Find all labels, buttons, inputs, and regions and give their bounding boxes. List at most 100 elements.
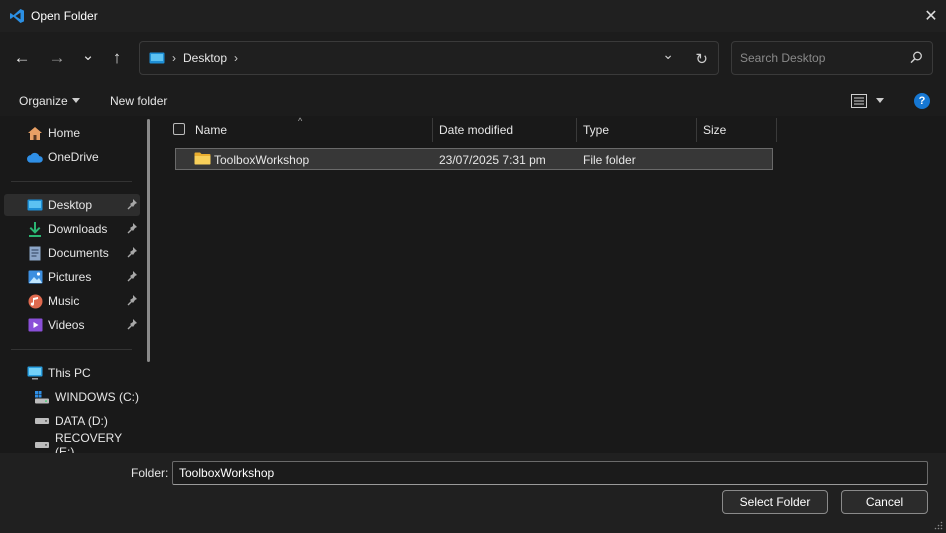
sidebar-item-label: Music	[48, 294, 80, 308]
chevron-down-icon: ⌄	[81, 47, 95, 64]
sidebar-item-music[interactable]: Music	[4, 290, 140, 312]
sidebar-item-drive-c[interactable]: WINDOWS (C:)	[4, 386, 140, 408]
help-icon[interactable]: ?	[914, 93, 930, 109]
column-divider[interactable]	[776, 118, 777, 142]
sidebar-item-videos[interactable]: Videos	[4, 314, 140, 336]
column-header-size[interactable]: Size	[703, 123, 726, 137]
column-divider[interactable]	[576, 118, 577, 142]
sidebar-item-this-pc[interactable]: This PC	[4, 362, 140, 384]
column-header-date-modified[interactable]: Date modified	[439, 123, 513, 137]
drive-icon	[34, 413, 50, 429]
home-icon	[27, 125, 43, 141]
table-row[interactable]: ToolboxWorkshop 23/07/2025 7:31 pm File …	[175, 148, 773, 170]
sidebar-item-label: Pictures	[48, 270, 92, 284]
caret-down-icon	[71, 98, 80, 103]
folder-label: Folder:	[131, 466, 169, 480]
sidebar-item-label: Downloads	[48, 222, 108, 236]
sidebar-item-label: Home	[48, 126, 81, 140]
breadcrumb-desktop[interactable]: Desktop	[183, 51, 227, 65]
recent-locations-button[interactable]: ⌄	[76, 46, 100, 70]
title-bar: Open Folder ✕	[0, 0, 946, 32]
music-icon	[27, 293, 43, 309]
column-divider[interactable]	[696, 118, 697, 142]
video-icon	[27, 317, 43, 333]
download-icon	[27, 221, 43, 237]
sidebar-item-label: OneDrive	[48, 150, 99, 164]
folder-name-input[interactable]	[172, 461, 928, 485]
new-folder-label: New folder	[110, 94, 168, 108]
pin-icon[interactable]	[127, 199, 137, 210]
breadcrumb-separator-icon[interactable]: ›	[234, 51, 238, 65]
file-type: File folder	[583, 153, 636, 167]
sidebar-item-label: DATA (D:)	[55, 414, 108, 428]
drive-icon	[34, 437, 50, 453]
cloud-icon	[27, 149, 43, 165]
dialog-footer: Folder: Select Folder Cancel	[0, 453, 946, 533]
search-icon	[910, 51, 922, 64]
sidebar-divider	[11, 181, 132, 182]
close-icon[interactable]: ✕	[916, 0, 946, 32]
sidebar-item-pictures[interactable]: Pictures	[4, 266, 140, 288]
document-icon	[27, 245, 43, 261]
sidebar-item-label: Desktop	[48, 198, 93, 212]
sidebar-item-label: WINDOWS (C:)	[55, 390, 139, 404]
navigation-pane: Home OneDrive Desktop Downloads Document…	[0, 116, 160, 453]
organize-label: Organize	[19, 94, 68, 108]
sidebar-item-label: Videos	[48, 318, 85, 332]
sidebar-item-label: Documents	[48, 246, 109, 260]
sidebar-item-downloads[interactable]: Downloads	[4, 218, 140, 240]
system-drive-icon	[34, 389, 50, 405]
column-header-type[interactable]: Type	[583, 123, 609, 137]
refresh-icon[interactable]: ↻	[695, 50, 708, 68]
desktop-icon	[149, 52, 165, 64]
pin-icon[interactable]	[127, 271, 137, 282]
window-title: Open Folder	[31, 9, 98, 23]
address-bar[interactable]: › Desktop › ⌄ ↻	[139, 41, 719, 75]
back-button[interactable]: ←	[10, 46, 34, 70]
desktop-icon	[27, 197, 43, 213]
search-input[interactable]: Search Desktop	[740, 51, 825, 65]
column-header-name[interactable]: Name	[195, 123, 227, 137]
address-dropdown-icon[interactable]: ⌄	[662, 46, 674, 63]
pin-icon[interactable]	[127, 295, 137, 306]
sidebar-item-home[interactable]: Home	[4, 122, 140, 144]
cancel-button[interactable]: Cancel	[841, 490, 928, 514]
sidebar-scrollbar[interactable]	[147, 119, 150, 362]
picture-icon	[27, 269, 43, 285]
organize-button[interactable]: Organize	[19, 94, 80, 108]
back-arrow-icon: ←	[13, 48, 31, 67]
computer-icon	[27, 365, 43, 381]
file-date-modified: 23/07/2025 7:31 pm	[439, 153, 546, 167]
sidebar-item-drive-e[interactable]: RECOVERY (E:)	[4, 431, 140, 453]
folder-icon	[194, 152, 211, 165]
sidebar-item-documents[interactable]: Documents	[4, 242, 140, 264]
pin-icon[interactable]	[127, 247, 137, 258]
forward-arrow-icon: →	[48, 48, 66, 67]
resize-grip-icon[interactable]	[934, 521, 943, 530]
breadcrumb-separator-icon: ›	[172, 51, 176, 65]
pin-icon[interactable]	[127, 223, 137, 234]
view-options-icon[interactable]	[851, 94, 867, 108]
sidebar-item-desktop[interactable]: Desktop	[4, 194, 140, 216]
select-folder-button[interactable]: Select Folder	[722, 490, 828, 514]
file-list: ^ Name Date modified Type Size ToolboxWo…	[160, 116, 946, 453]
view-dropdown-icon[interactable]	[876, 98, 884, 103]
search-box[interactable]: Search Desktop	[731, 41, 933, 75]
column-header-row: ^ Name Date modified Type Size	[160, 116, 946, 142]
column-divider[interactable]	[432, 118, 433, 142]
up-button[interactable]: ↑	[105, 46, 129, 70]
sort-ascending-icon: ^	[298, 116, 303, 126]
new-folder-button[interactable]: New folder	[110, 94, 167, 108]
file-name: ToolboxWorkshop	[214, 153, 310, 167]
up-arrow-icon: ↑	[112, 48, 122, 67]
sidebar-item-onedrive[interactable]: OneDrive	[4, 146, 140, 168]
sidebar-item-label: RECOVERY (E:)	[55, 431, 122, 453]
vscode-icon	[10, 9, 24, 23]
select-all-checkbox[interactable]	[173, 123, 185, 135]
command-bar: Organize New folder ?	[0, 86, 946, 116]
forward-button[interactable]: →	[45, 46, 69, 70]
pin-icon[interactable]	[127, 319, 137, 330]
sidebar-divider	[11, 349, 132, 350]
navigation-bar: ← → ⌄ ↑ › Desktop › ⌄ ↻ Search Desktop	[0, 32, 946, 86]
sidebar-item-drive-d[interactable]: DATA (D:)	[4, 410, 140, 432]
